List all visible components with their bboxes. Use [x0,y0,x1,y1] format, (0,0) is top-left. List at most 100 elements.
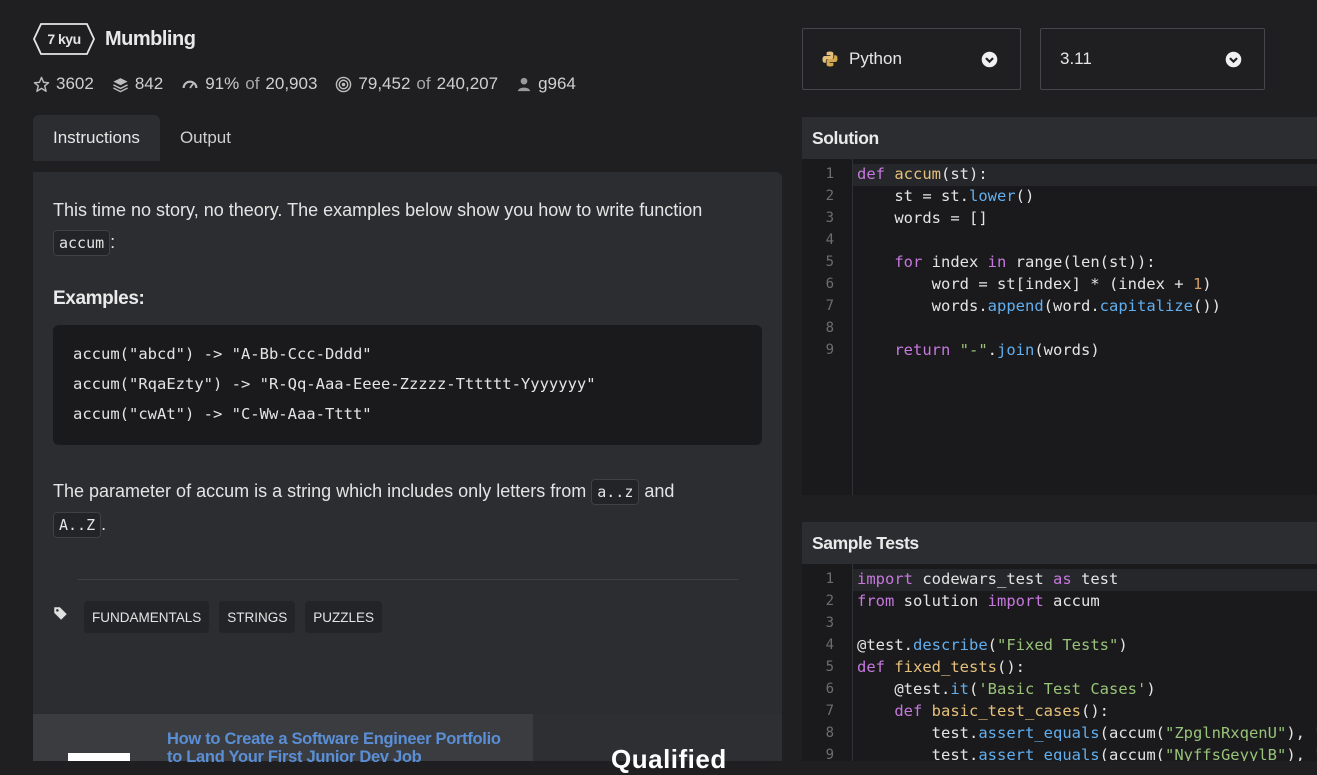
parameter-paragraph: The parameter of accum is a string which… [53,475,773,541]
param-suffix: . [101,514,107,534]
ad-link-line2[interactable]: to Land Your First Junior Dev Job [167,748,501,766]
satisfaction-total: 20,903 [265,74,318,93]
sponsored-banner: How to Create a Software Engineer Portfo… [33,714,782,774]
language-select[interactable]: Python [802,28,1021,90]
line-number: 7 [825,703,834,719]
tab-instructions[interactable]: Instructions [33,115,160,161]
line-number: 1 [825,166,834,182]
tag-fundamentals[interactable]: FUNDAMENTALS [84,601,210,633]
code-line: word = st[index] * (index + 1) [857,275,1212,293]
param-code-upper: A..Z [53,512,102,538]
code-line: words = [] [857,209,988,227]
version-value: 3.11 [1060,49,1092,68]
intro-code: accum [53,230,111,256]
layers-icon [112,77,128,92]
intro-suffix: : [110,232,116,252]
example-line: accum("RqaEzty") -> "R-Qq-Aaa-Eeee-Zzzzz… [73,375,596,393]
code-line: def accum(st): [857,165,988,183]
completions-stat: 79,452 of 240,207 [335,74,498,94]
code-line: st = st.lower() [857,187,1035,205]
collections-stat[interactable]: 842 [112,74,163,94]
satisfaction-of: of [245,74,260,93]
param-code-lower: a..z [591,479,640,505]
line-number: 8 [825,725,834,741]
code-line: @test.describe("Fixed Tests") [857,636,1128,654]
line-number: 3 [825,210,834,226]
author-name[interactable]: g964 [538,74,576,94]
line-number: 6 [825,681,834,697]
code-line: def basic_test_cases(): [894,702,1109,720]
intro-text: This time no story, no theory. The examp… [53,200,703,220]
code-line: words.append(word.capitalize()) [857,297,1221,315]
kata-title-row: 7 kyu Mumbling [33,22,196,56]
line-gutter: 1 2 3 4 5 6 7 8 9 [802,564,853,761]
python-icon [822,51,838,67]
stars-count: 3602 [56,74,94,93]
examples-heading: Examples: [53,288,145,309]
line-number: 1 [825,571,834,587]
kata-title: Mumbling [105,27,196,50]
code-line: def fixed_tests(): [857,658,1025,676]
language-value: Python [849,49,902,68]
examples-code-block: accum("abcd") -> "A-Bb-Ccc-Dddd" accum("… [53,325,762,445]
ad-brand-area[interactable]: Qualified [533,714,782,774]
line-number: 2 [825,188,834,204]
description-tabs: Instructions Output [33,115,251,161]
instructions-intro: This time no story, no theory. The examp… [53,194,773,259]
kata-stats: 3602 842 91% of 20,903 79,452 of 240,207… [33,74,576,94]
ad-brand-logo: Qualified [611,744,727,774]
line-number: 6 [825,276,834,292]
divider [78,579,738,580]
chevron-down-icon [981,51,998,68]
sample-tests-editor[interactable]: 1 2 3 4 5 6 7 8 9 import codewars_test a… [802,564,1317,761]
tag-list: FUNDAMENTALS STRINGS PUZZLES [53,601,383,633]
kata-description-pane: 7 kyu Mumbling 3602 842 91% of 20,903 79… [0,0,800,774]
stars-stat[interactable]: 3602 [33,74,94,94]
line-number: 4 [825,232,834,248]
satisfaction-percent: 91% [205,74,240,93]
code-line: test.assert_equals(accum("ZpglnRxqenU"),… [857,724,1317,742]
ad-thumbnail [68,753,130,761]
gauge-icon [182,80,198,89]
solution-header: Solution [802,117,1317,159]
collections-count: 842 [134,74,164,93]
code-line: return "-".join(words) [894,341,1100,359]
editor-pane: Python 3.11 Solution 1 2 3 4 5 6 7 8 9 d… [800,0,1317,761]
param-text: The parameter of accum is a string which… [53,481,587,501]
ad-link-line1[interactable]: How to Create a Software Engineer Portfo… [167,730,501,748]
target-icon [336,76,352,92]
line-number: 8 [825,320,834,336]
line-number: 2 [825,593,834,609]
line-number: 5 [825,254,834,270]
example-line: accum("cwAt") -> "C-Ww-Aaa-Tttt" [73,405,372,423]
chevron-down-icon [1225,51,1242,68]
user-icon [518,77,531,91]
tag-puzzles[interactable]: PUZZLES [305,601,383,633]
satisfaction-stat: 91% of 20,903 [181,74,317,94]
code-line: from solution import accum [857,592,1100,610]
tag-strings[interactable]: STRINGS [219,601,296,633]
line-number: 9 [825,342,834,358]
completed-count: 79,452 [358,74,411,93]
version-select[interactable]: 3.11 [1040,28,1265,90]
line-gutter: 1 2 3 4 5 6 7 8 9 [802,159,853,495]
rank-label: 7 kyu [47,31,81,47]
line-number: 4 [825,637,834,653]
code-line: test.assert_equals(accum("NyffsGeyylB"),… [857,746,1317,761]
code-line: for index in range(len(st)): [894,253,1156,271]
example-line: accum("abcd") -> "A-Bb-Ccc-Dddd" [73,345,372,363]
sample-tests-header: Sample Tests [802,522,1317,564]
code-line: import codewars_test as test [857,570,1119,588]
solution-editor[interactable]: 1 2 3 4 5 6 7 8 9 def accum(st): st = st… [802,159,1317,495]
line-number: 5 [825,659,834,675]
author-stat[interactable]: g964 [516,74,576,94]
completed-total: 240,207 [436,74,499,93]
line-number: 3 [825,615,834,631]
line-number: 7 [825,298,834,314]
star-icon [33,76,50,92]
rank-badge: 7 kyu [33,23,95,55]
instructions-panel: This time no story, no theory. The examp… [33,172,782,774]
code-line: @test.it('Basic Test Cases') [857,680,1156,698]
completed-of: of [416,74,431,93]
tab-output[interactable]: Output [160,115,251,161]
